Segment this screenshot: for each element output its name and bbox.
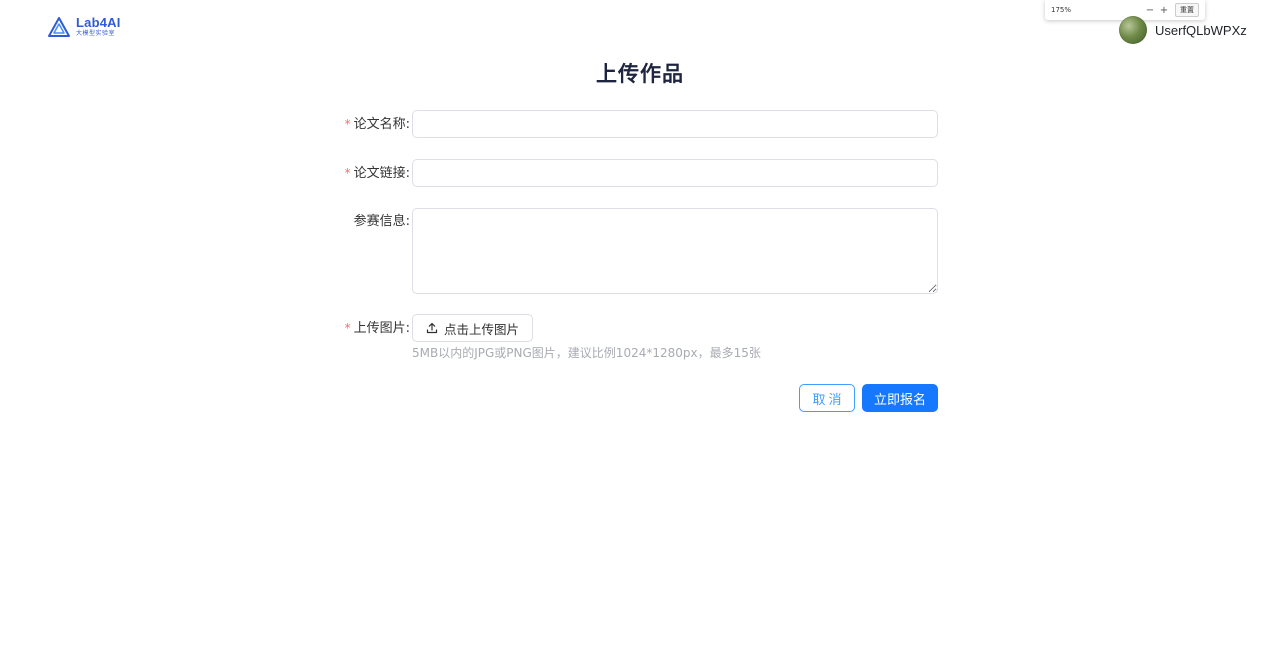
upload-image-label: * 上传图片: [330,314,410,343]
username[interactable]: UserfQLbWPXz [1155,23,1247,38]
zoom-out-button[interactable]: − [1143,5,1157,16]
paper-link-input[interactable] [412,159,938,187]
upload-image-label-text: 上传图片: [353,321,410,336]
page: Lab4AI 大模型实验室 175% − + 重置 UserfQLbWPXz 上… [0,0,1280,656]
required-mark: * [344,117,351,131]
site-logo[interactable]: Lab4AI 大模型实验室 [48,16,121,37]
submit-button[interactable]: 立即报名 [862,384,938,412]
form-row-paper-link: * 论文链接: [330,159,938,187]
paper-name-label: * 论文名称: [330,110,410,139]
logo-subtitle: 大模型实验室 [76,30,116,37]
required-mark: * [344,321,351,335]
form-row-paper-name: * 论文名称: [330,110,938,138]
upload-image-button[interactable]: 点击上传图片 [412,314,533,342]
zoom-level: 175% [1051,6,1072,14]
page-title: 上传作品 [596,62,684,86]
avatar[interactable] [1119,16,1147,44]
form-row-entry-info: 参赛信息: [330,208,938,294]
upload-button-label: 点击上传图片 [443,321,519,337]
paper-name-label-text: 论文名称: [353,117,410,132]
user-menu[interactable]: UserfQLbWPXz [1119,16,1247,44]
upload-icon [426,322,438,334]
upload-hint: 5MB以内的JPG或PNG图片，建议比例1024*1280px，最多15张 [412,346,761,360]
paper-link-label-text: 论文链接: [353,166,410,181]
logo-title: Lab4AI [76,15,121,30]
zoom-reset-button[interactable]: 重置 [1175,3,1199,17]
paper-link-label: * 论文链接: [330,159,410,188]
logo-triangle-icon [48,16,70,37]
paper-name-input[interactable] [412,110,938,138]
zoom-in-button[interactable]: + [1157,5,1171,16]
entry-info-label: 参赛信息: [353,214,410,229]
cancel-button[interactable]: 取消 [799,384,855,412]
required-mark: * [344,166,351,180]
form-row-upload-image: * 上传图片: 点击上传图片 5MB以内的JPG或PNG图片，建议比例1024*1… [330,314,938,364]
entry-info-textarea[interactable] [412,208,938,294]
